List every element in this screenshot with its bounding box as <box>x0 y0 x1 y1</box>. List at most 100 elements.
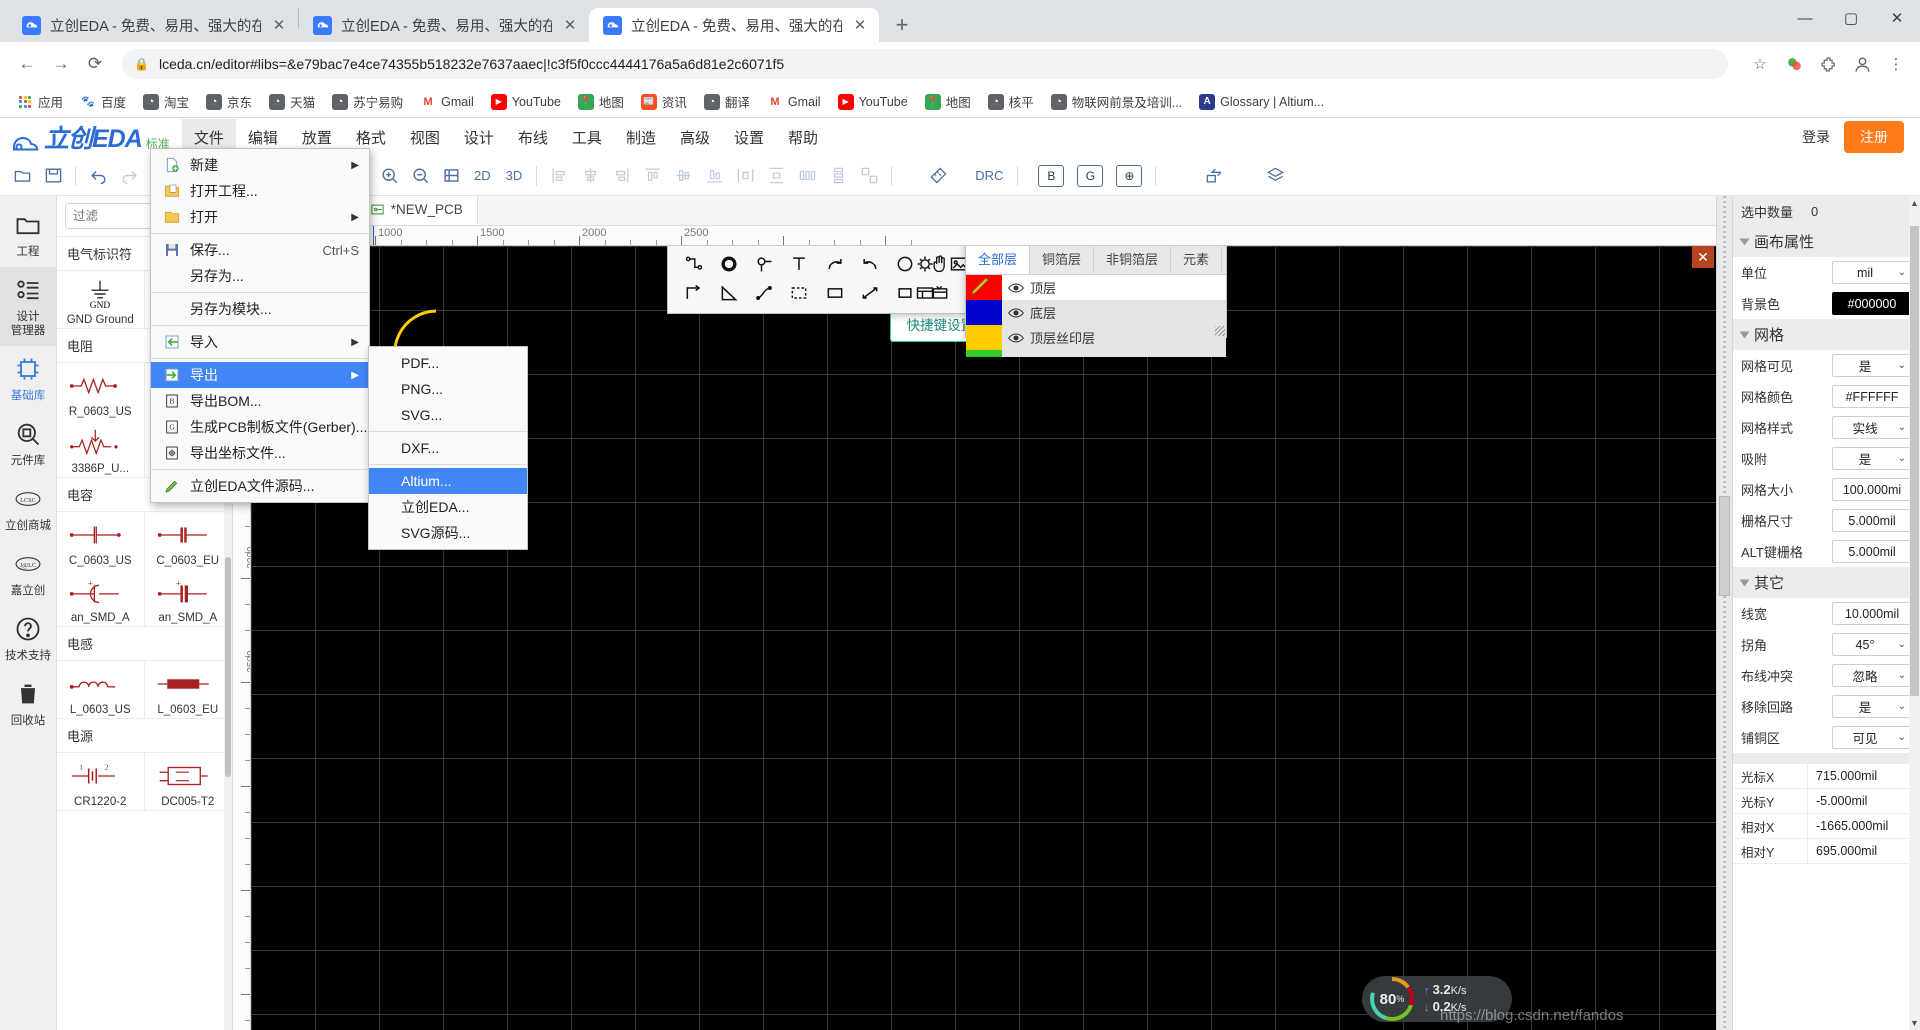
submenu-item-pdf[interactable]: PDF... <box>369 350 527 376</box>
library-part[interactable]: GND GND Ground <box>57 271 145 328</box>
track-icon[interactable] <box>676 249 711 278</box>
hole-icon[interactable] <box>908 249 942 278</box>
distribute-v-icon[interactable] <box>762 162 790 190</box>
bookmark-item[interactable]: ◔ 物联网前景及培训... <box>1044 89 1189 114</box>
menu-item-open[interactable]: 打开 ▶ <box>151 204 369 230</box>
grid-color-field[interactable]: #FFFFFF <box>1832 385 1912 408</box>
bookmark-item[interactable]: M Gmail <box>760 91 828 113</box>
view-2d-button[interactable]: 2D <box>468 168 497 183</box>
layer-row[interactable] <box>966 350 1226 357</box>
text-icon[interactable] <box>782 249 817 278</box>
copper-area-select[interactable]: 可见 ⌄ <box>1832 726 1912 749</box>
library-part[interactable]: + an_SMD_A <box>145 569 232 626</box>
align-center-h-icon[interactable] <box>576 162 604 190</box>
submenu-item-svg[interactable]: SVG... <box>369 402 527 428</box>
curve-icon[interactable] <box>747 278 782 307</box>
library-part[interactable]: + an_SMD_A <box>57 569 145 626</box>
dashed-rect-icon[interactable] <box>782 278 817 307</box>
space-h-icon[interactable] <box>793 162 821 190</box>
bookmark-item[interactable]: ◔ 苏宁易购 <box>325 89 410 114</box>
extension-puzzle-icon[interactable] <box>1782 52 1806 76</box>
menu-advanced[interactable]: 高级 <box>668 119 722 156</box>
arc2-icon[interactable] <box>852 249 887 278</box>
background-color-field[interactable]: #000000 <box>1832 292 1912 315</box>
fit-icon[interactable] <box>437 162 465 190</box>
menu-tools[interactable]: 工具 <box>560 119 614 156</box>
library-part[interactable]: R_0603_US <box>57 363 145 420</box>
measure-icon[interactable] <box>924 162 952 190</box>
origin-toggle[interactable]: ⊕ <box>1116 164 1143 187</box>
remove-loop-select[interactable]: 是 ⌄ <box>1832 695 1912 718</box>
eye-icon[interactable] <box>1002 307 1030 319</box>
bookmark-item[interactable]: M Gmail <box>413 91 481 113</box>
corner-select[interactable]: 45° ⌄ <box>1832 633 1912 656</box>
bookmark-item[interactable]: 📍 地图 <box>571 89 631 114</box>
eye-icon[interactable] <box>1002 282 1030 294</box>
drc-button[interactable]: DRC <box>969 168 1009 183</box>
rail-item-component-library[interactable]: 元件库 <box>0 411 56 476</box>
redo-icon[interactable] <box>115 162 143 190</box>
undo-icon[interactable] <box>84 162 112 190</box>
properties-drag-handle[interactable] <box>1719 496 1730 596</box>
library-part[interactable]: C_0603_US <box>57 512 145 569</box>
eye-icon[interactable] <box>1002 332 1030 344</box>
submenu-item-altium[interactable]: Altium... <box>369 468 527 494</box>
layer-tab-all[interactable]: 全部层 <box>966 246 1031 274</box>
library-part[interactable]: 12 CR1220-2 <box>57 753 145 810</box>
profile-icon[interactable] <box>1850 52 1874 76</box>
menu-item-source-code[interactable]: 立创EDA文件源码... <box>151 473 369 499</box>
library-part[interactable]: L_0603_EU <box>145 661 232 718</box>
resize-handle[interactable] <box>1215 326 1225 336</box>
align-middle-icon[interactable] <box>669 162 697 190</box>
pad-icon[interactable] <box>747 249 782 278</box>
bookmark-item[interactable]: ◔ 天猫 <box>262 89 322 114</box>
corner-icon[interactable] <box>676 278 711 307</box>
bookmark-item[interactable]: A Glossary | Altium... <box>1192 91 1331 113</box>
rail-item-design-manager[interactable]: 设计 管理器 <box>0 267 56 346</box>
route-conflict-select[interactable]: 忽略 ⌄ <box>1832 664 1912 687</box>
bookmark-item[interactable]: ◔ 翻译 <box>697 89 757 114</box>
rect-icon[interactable] <box>817 278 852 307</box>
menu-item-export[interactable]: 导出 ▶ <box>151 362 369 388</box>
library-part[interactable]: L_0603_US <box>57 661 145 718</box>
login-link[interactable]: 登录 <box>1802 127 1830 147</box>
snap-size-field[interactable]: 5.000mil <box>1832 509 1912 532</box>
maximize-button[interactable]: ▢ <box>1828 0 1874 36</box>
tab-close-icon[interactable]: ✕ <box>561 16 579 34</box>
grid-visible-select[interactable]: 是 ⌄ <box>1832 354 1912 377</box>
snap-select[interactable]: 是 ⌄ <box>1832 447 1912 470</box>
grid-size-field[interactable]: 100.000mi <box>1832 478 1912 501</box>
layer-row[interactable]: 底层 <box>966 300 1226 325</box>
menu-item-open-project[interactable]: 打开工程... <box>151 178 369 204</box>
align-top-icon[interactable] <box>638 162 666 190</box>
rail-item-support[interactable]: 技术支持 <box>0 606 56 671</box>
new-tab-button[interactable]: + <box>885 8 919 42</box>
bookmark-item[interactable]: ◔ 京东 <box>199 89 259 114</box>
minimize-button[interactable]: — <box>1782 0 1828 36</box>
reload-icon[interactable]: ⟳ <box>80 49 110 79</box>
alt-snap-field[interactable]: 5.000mil <box>1832 540 1912 563</box>
extensions-icon[interactable] <box>1816 52 1840 76</box>
bookmark-item[interactable]: ◔ 核平 <box>981 89 1041 114</box>
bookmark-item[interactable]: ◔ 淘宝 <box>136 89 196 114</box>
browser-tab[interactable]: 立创EDA - 免费、易用、强大的在 ✕ <box>8 8 298 42</box>
menu-fabrication[interactable]: 制造 <box>614 119 668 156</box>
layer-color-swatch[interactable] <box>966 300 1002 325</box>
library-part[interactable]: DC005-T2 <box>145 753 232 810</box>
rail-item-recycle-bin[interactable]: 回收站 <box>0 671 56 736</box>
rail-item-basic-library[interactable]: 基础库 <box>0 346 56 411</box>
rail-item-lcsc[interactable]: LCSC 立创商城 <box>0 476 56 541</box>
tab-close-icon[interactable]: ✕ <box>851 16 869 34</box>
star-icon[interactable]: ☆ <box>1748 52 1772 76</box>
browser-tab-active[interactable]: 立创EDA - 免费、易用、强大的在 ✕ <box>589 8 879 42</box>
menu-item-save-as-module[interactable]: 另存为模块... <box>151 296 369 322</box>
library-part[interactable]: C_0603_EU <box>145 512 232 569</box>
zoom-in-icon[interactable] <box>375 162 403 190</box>
forward-icon[interactable]: → <box>46 49 76 79</box>
rail-item-project[interactable]: 工程 <box>0 202 56 267</box>
layers-icon[interactable] <box>1261 162 1289 190</box>
address-bar[interactable]: 🔒 lceda.cn/editor#libs=&e79bac7e4ce74355… <box>122 49 1728 79</box>
bookmark-item[interactable]: ▶ YouTube <box>831 91 915 113</box>
layer-tab-noncopper[interactable]: 非铜箔层 <box>1094 246 1172 274</box>
submenu-item-svg-source[interactable]: SVG源码... <box>369 520 527 546</box>
